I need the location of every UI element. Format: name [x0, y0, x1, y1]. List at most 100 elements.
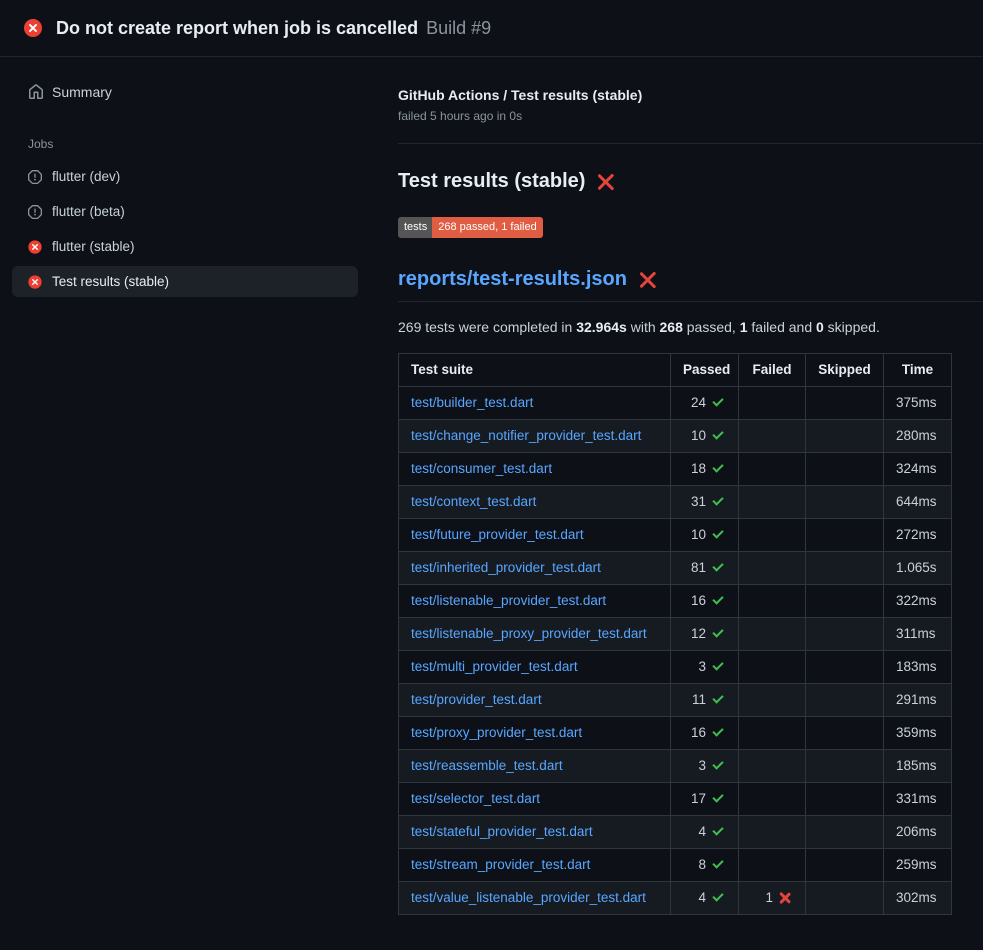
table-row: test/stream_provider_test.dart8259ms [399, 849, 952, 882]
skipped-cell [806, 816, 884, 849]
check-icon [712, 791, 723, 802]
column-header-test-suite: Test suite [399, 354, 671, 387]
failed-cell [739, 684, 806, 717]
summary-skipped-count: 0 [816, 319, 824, 335]
check-icon [712, 692, 723, 703]
skipped-cell [806, 618, 884, 651]
time-cell: 331ms [884, 783, 952, 816]
table-row: test/multi_provider_test.dart3183ms [399, 651, 952, 684]
failed-cell [739, 651, 806, 684]
check-icon [712, 527, 723, 538]
passed-cell: 4 [671, 816, 739, 849]
failed-cell [739, 618, 806, 651]
job-label: flutter (beta) [52, 204, 125, 219]
check-icon [712, 395, 723, 406]
suite-cell: test/change_notifier_provider_test.dart [399, 420, 671, 453]
passed-cell: 16 [671, 717, 739, 750]
cancelled-icon [28, 205, 42, 219]
job-label: flutter (stable) [52, 239, 135, 254]
suite-link[interactable]: test/inherited_provider_test.dart [411, 560, 601, 575]
check-icon [712, 560, 723, 571]
time-cell: 1.065s [884, 552, 952, 585]
suite-cell: test/value_listenable_provider_test.dart [399, 882, 671, 915]
column-header-time: Time [884, 354, 952, 387]
table-row: test/change_notifier_provider_test.dart1… [399, 420, 952, 453]
table-row: test/proxy_provider_test.dart16359ms [399, 717, 952, 750]
suite-link[interactable]: test/selector_test.dart [411, 791, 540, 806]
passed-cell: 81 [671, 552, 739, 585]
skipped-cell [806, 387, 884, 420]
suite-cell: test/multi_provider_test.dart [399, 651, 671, 684]
failed-cell [739, 585, 806, 618]
check-icon [712, 857, 723, 868]
column-header-passed: Passed [671, 354, 739, 387]
suite-cell: test/inherited_provider_test.dart [399, 552, 671, 585]
failed-status-icon [24, 19, 42, 37]
time-cell: 291ms [884, 684, 952, 717]
suite-cell: test/builder_test.dart [399, 387, 671, 420]
passed-cell: 12 [671, 618, 739, 651]
skipped-cell [806, 684, 884, 717]
check-icon [712, 593, 723, 604]
skipped-cell [806, 717, 884, 750]
passed-cell: 18 [671, 453, 739, 486]
report-title: reports/test-results.json [398, 268, 983, 302]
home-icon [28, 84, 44, 100]
failed-cell [739, 453, 806, 486]
suite-link[interactable]: test/proxy_provider_test.dart [411, 725, 582, 740]
suite-link[interactable]: test/future_provider_test.dart [411, 527, 584, 542]
suite-link[interactable]: test/context_test.dart [411, 494, 536, 509]
suite-link[interactable]: test/stream_provider_test.dart [411, 857, 590, 872]
table-row: test/stateful_provider_test.dart4206ms [399, 816, 952, 849]
failed-cell [739, 552, 806, 585]
suite-link[interactable]: test/multi_provider_test.dart [411, 659, 578, 674]
passed-cell: 3 [671, 750, 739, 783]
table-row: test/context_test.dart31644ms [399, 486, 952, 519]
failed-icon [28, 275, 42, 289]
skipped-cell [806, 651, 884, 684]
job-label: flutter (dev) [52, 169, 120, 184]
table-row: test/reassemble_test.dart 3 185ms [399, 750, 952, 783]
table-row: test/listenable_provider_test.dart16322m… [399, 585, 952, 618]
table-row: test/inherited_provider_test.dart 81 1.065… [399, 552, 952, 585]
passed-cell: 16 [671, 585, 739, 618]
check-icon [712, 890, 723, 901]
suite-link[interactable]: test/builder_test.dart [411, 395, 533, 410]
sidebar-item-flutter-stable[interactable]: flutter (stable) [12, 231, 358, 262]
cross-mark-icon [639, 271, 657, 289]
time-cell: 644ms [884, 486, 952, 519]
time-cell: 280ms [884, 420, 952, 453]
skipped-cell [806, 420, 884, 453]
sidebar-item-summary[interactable]: Summary [12, 75, 358, 109]
sidebar-item-flutter-dev[interactable]: flutter (dev) [12, 161, 358, 192]
check-icon [712, 725, 723, 736]
failed-cell [739, 387, 806, 420]
breadcrumb: GitHub Actions / Test results (stable) [398, 87, 983, 103]
report-file-link[interactable]: reports/test-results.json [398, 268, 627, 291]
passed-cell: 17 [671, 783, 739, 816]
suite-link[interactable]: test/provider_test.dart [411, 692, 542, 707]
sidebar-item-flutter-beta[interactable]: flutter (beta) [12, 196, 358, 227]
suite-link[interactable]: test/change_notifier_provider_test.dart [411, 428, 641, 443]
jobs-list: flutter (dev) flutter (beta) flutte [0, 161, 370, 297]
suite-link[interactable]: test/value_listenable_provider_test.dart [411, 890, 646, 905]
suite-link[interactable]: test/listenable_provider_test.dart [411, 593, 606, 608]
summary-text: with [627, 319, 660, 335]
summary-text: skipped. [824, 319, 880, 335]
suite-link[interactable]: test/listenable_proxy_provider_test.dart [411, 626, 647, 641]
header-divider [398, 143, 983, 144]
check-icon [712, 494, 723, 505]
suite-link[interactable]: test/reassemble_test.dart [411, 758, 563, 773]
sidebar-summary-label: Summary [52, 84, 112, 100]
skipped-cell [806, 783, 884, 816]
suite-link[interactable]: test/consumer_test.dart [411, 461, 552, 476]
failed-cell [739, 717, 806, 750]
suite-link[interactable]: test/stateful_provider_test.dart [411, 824, 593, 839]
skipped-cell [806, 585, 884, 618]
suite-cell: test/context_test.dart [399, 486, 671, 519]
skipped-cell [806, 552, 884, 585]
sidebar-item-test-results-stable[interactable]: Test results (stable) [12, 266, 358, 297]
x-icon [779, 892, 791, 904]
time-cell: 185ms [884, 750, 952, 783]
passed-cell: 10 [671, 519, 739, 552]
